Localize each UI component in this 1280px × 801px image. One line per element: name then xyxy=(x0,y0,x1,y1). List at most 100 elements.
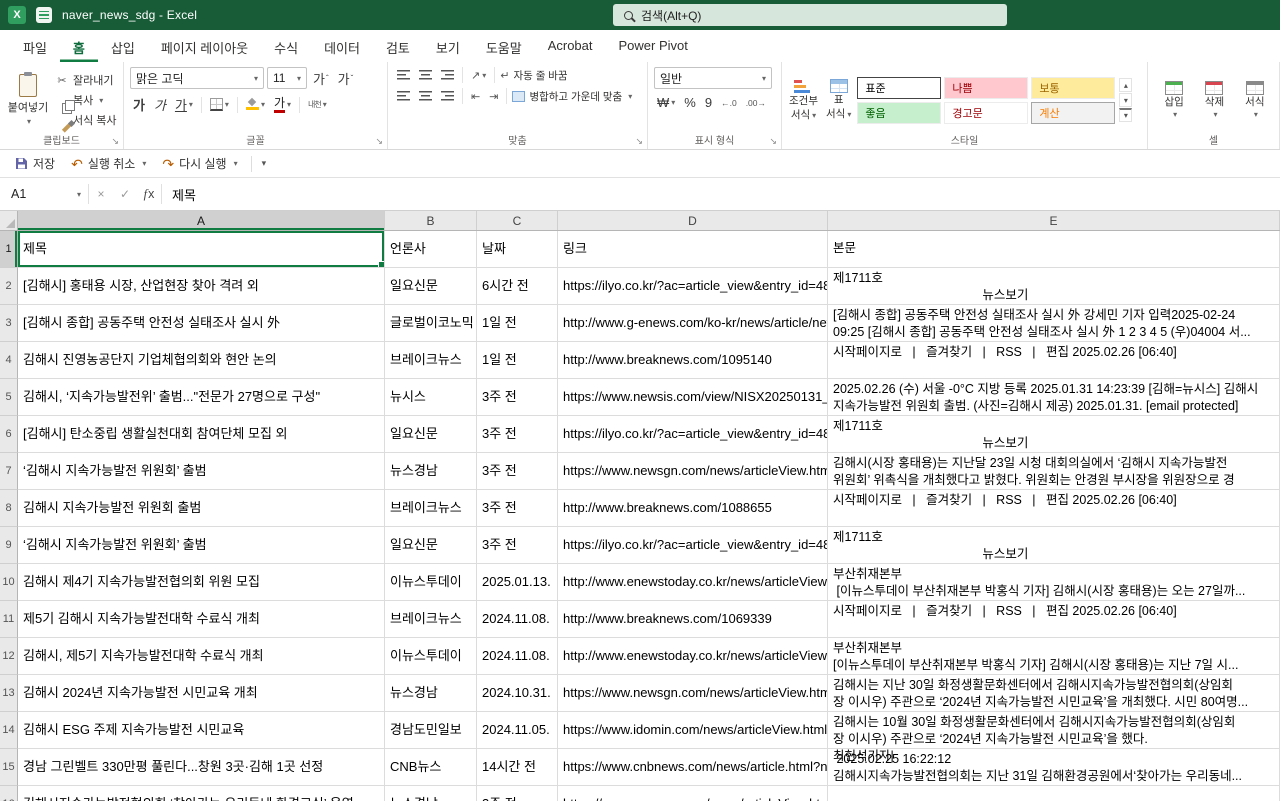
cell-link[interactable]: http://www.breaknews.com/1088655 xyxy=(558,490,828,527)
cell-style-표준[interactable]: 표준 xyxy=(857,76,942,99)
fill-color-button[interactable]: ▾ xyxy=(243,98,268,111)
name-box[interactable]: A1 ▾ xyxy=(0,178,88,210)
customize-toolbar-icon[interactable]: ▾ xyxy=(258,158,271,169)
row-header[interactable]: 5 xyxy=(0,379,18,416)
cell-style-좋음[interactable]: 좋음 xyxy=(857,101,942,124)
cell-date[interactable]: 날짜 xyxy=(477,231,558,268)
format-cells-button[interactable]: 서식 ▾ xyxy=(1243,80,1266,119)
font-size-select[interactable]: 11 ▾ xyxy=(267,67,307,89)
redo-button[interactable]: ↷ 다시 실행 ▾ xyxy=(155,152,244,175)
comma-style-button[interactable]: 9 xyxy=(702,94,715,111)
select-all-corner[interactable] xyxy=(0,211,18,230)
gallery-up-icon[interactable]: ▴ xyxy=(1119,78,1133,92)
col-header-c[interactable]: C xyxy=(477,211,558,230)
cell-title[interactable]: 김해시 지속가능발전 위원회 출범 xyxy=(18,490,385,527)
cell-title[interactable]: 제목 xyxy=(18,231,385,268)
row-header[interactable]: 11 xyxy=(0,601,18,638)
col-header-b[interactable]: B xyxy=(385,211,477,230)
row-header[interactable]: 1 xyxy=(0,231,18,268)
merge-center-button[interactable]: 병합하고 가운데 맞춤 ▾ xyxy=(512,89,632,104)
row-header[interactable]: 12 xyxy=(0,638,18,675)
tab-데이터[interactable]: 데이터 xyxy=(311,30,373,62)
cell-title[interactable]: [김해시] 홍태용 시장, 산업현장 찾아 격려 외 xyxy=(18,268,385,305)
align-top-button[interactable] xyxy=(394,69,413,81)
row-header[interactable]: 8 xyxy=(0,490,18,527)
cell-body[interactable]: 본문 xyxy=(828,231,1280,268)
italic-button[interactable]: 가 xyxy=(151,94,169,115)
align-bottom-button[interactable] xyxy=(438,69,457,81)
dialog-launcher-icon[interactable]: ↘ xyxy=(375,137,383,146)
cell-body[interactable]: 2025.02.25 16:22:12 김해시지속가능발전협의회는 지난 31일… xyxy=(828,749,1280,786)
font-color-button[interactable]: 가 ▾ xyxy=(271,96,294,114)
cell-press[interactable]: 뉴스경남 xyxy=(385,675,477,712)
font-name-select[interactable]: 맑은 고딕 ▾ xyxy=(130,67,264,89)
cell-title[interactable]: 김해시 진영농공단지 기업체협의회와 현안 논의 xyxy=(18,342,385,379)
cell-body[interactable]: 부산취재본부 [이뉴스투데이 부산취재본부 박홍식 기자] 김해시(시장 홍태용… xyxy=(828,564,1280,601)
cell-press[interactable]: 일요신문 xyxy=(385,416,477,453)
cell-press[interactable]: 브레이크뉴스 xyxy=(385,342,477,379)
cell-body[interactable]: 김해시는 지난 30일 화정생활문화센터에서 김해시지속가능발전협의회(상임회 … xyxy=(828,675,1280,712)
cell-date[interactable]: 14시간 전 xyxy=(477,749,558,786)
cell-title[interactable]: [김해시] 탄소중립 생활실천대회 참여단체 모집 외 xyxy=(18,416,385,453)
row-header[interactable]: 4 xyxy=(0,342,18,379)
cell-date[interactable]: 3주 전 xyxy=(477,453,558,490)
cell-date[interactable]: 2025.01.13. xyxy=(477,564,558,601)
cell-link[interactable]: https://ilyo.co.kr/?ac=article_view&entr… xyxy=(558,268,828,305)
dialog-launcher-icon[interactable]: ↘ xyxy=(769,137,777,146)
cell-title[interactable]: 김해시, ‘지속가능발전위’ 출범..."전문가 27명으로 구성" xyxy=(18,379,385,416)
cancel-icon[interactable]: × xyxy=(89,187,113,201)
borders-button[interactable]: ▾ xyxy=(207,97,232,112)
decrease-indent-button[interactable]: ⇤ xyxy=(468,89,483,104)
phonetic-button[interactable]: 내천 ▾ xyxy=(305,98,330,111)
row-header[interactable]: 9 xyxy=(0,527,18,564)
cell-body[interactable]: 제1711호 뉴스보기 xyxy=(828,268,1280,305)
cell-body[interactable]: 제1711호 뉴스보기 xyxy=(828,527,1280,564)
formula-input[interactable]: 제목 xyxy=(162,185,1280,204)
row-header[interactable]: 13 xyxy=(0,675,18,712)
delete-cells-button[interactable]: 삭제 ▾ xyxy=(1203,80,1226,119)
cell-title[interactable]: [김해시 종합] 공동주택 안전성 실태조사 실시 外 xyxy=(18,305,385,342)
row-header[interactable]: 6 xyxy=(0,416,18,453)
cell-press[interactable]: CNB뉴스 xyxy=(385,749,477,786)
cell-press[interactable]: 언론사 xyxy=(385,231,477,268)
cut-button[interactable]: ✂ 잘라내기 xyxy=(55,72,117,88)
row-header[interactable]: 10 xyxy=(0,564,18,601)
search-input[interactable]: 검색(Alt+Q) xyxy=(613,4,1007,26)
cell-title[interactable]: 김해시, 제5기 지속가능발전대학 수료식 개최 xyxy=(18,638,385,675)
cell-body[interactable]: 제1711호 뉴스보기 xyxy=(828,416,1280,453)
cell-title[interactable]: 김해시 2024년 지속가능발전 시민교육 개최 xyxy=(18,675,385,712)
cell-date[interactable]: 2024.10.31. xyxy=(477,675,558,712)
tab-도움말[interactable]: 도움말 xyxy=(473,30,535,62)
cell-link[interactable]: http://www.breaknews.com/1095140 xyxy=(558,342,828,379)
tab-보기[interactable]: 보기 xyxy=(423,30,473,62)
cell-date[interactable]: 6시간 전 xyxy=(477,268,558,305)
tab-삽입[interactable]: 삽입 xyxy=(98,30,148,62)
cell-link[interactable]: https://ilyo.co.kr/?ac=article_view&entr… xyxy=(558,416,828,453)
insert-cells-button[interactable]: 삽입 ▾ xyxy=(1163,80,1186,119)
cell-link[interactable]: http://www.enewstoday.co.kr/news/article… xyxy=(558,638,828,675)
tab-홈[interactable]: 홈 xyxy=(60,30,98,62)
cell-press[interactable]: 글로벌이코노믹 xyxy=(385,305,477,342)
cell-body[interactable]: 김해시(시장 홍태용)는 지난달 23일 시청 대회의실에서 ‘김해시 지속가능… xyxy=(828,453,1280,490)
cell-link[interactable]: 링크 xyxy=(558,231,828,268)
dialog-launcher-icon[interactable]: ↘ xyxy=(111,137,119,146)
cell-date[interactable]: 3주 전 xyxy=(477,490,558,527)
align-middle-button[interactable] xyxy=(416,69,435,81)
number-format-select[interactable]: 일반 ▾ xyxy=(654,67,772,89)
enter-icon[interactable]: ✓ xyxy=(113,187,137,201)
col-header-a[interactable]: A xyxy=(18,211,385,230)
cell-title[interactable]: 김해시지속가능발전협의회 ‘찾아가는 우리동네 환경교실’ 운영 xyxy=(18,786,385,801)
increase-indent-button[interactable]: ⇥ xyxy=(486,89,501,104)
cell-press[interactable]: 뉴스경남 xyxy=(385,786,477,801)
cell-date[interactable]: 2024.11.05. xyxy=(477,712,558,749)
format-painter-button[interactable]: 서식 복사 xyxy=(55,112,117,128)
cell-title[interactable]: ‘김해시 지속가능발전 위원회’ 출범 xyxy=(18,527,385,564)
row-header[interactable]: 16 xyxy=(0,786,18,801)
row-header[interactable]: 15 xyxy=(0,749,18,786)
cell-title[interactable]: 김해시 제4기 지속가능발전협의회 위원 모집 xyxy=(18,564,385,601)
cell-date[interactable]: 3주 전 xyxy=(477,416,558,453)
cell-link[interactable]: https://www.cnbnews.com/news/article.htm… xyxy=(558,749,828,786)
cell-title[interactable]: 제5기 김해시 지속가능발전대학 수료식 개최 xyxy=(18,601,385,638)
cell-date[interactable]: 2024.11.08. xyxy=(477,638,558,675)
accounting-format-button[interactable]: ₩ ▾ xyxy=(654,94,678,111)
